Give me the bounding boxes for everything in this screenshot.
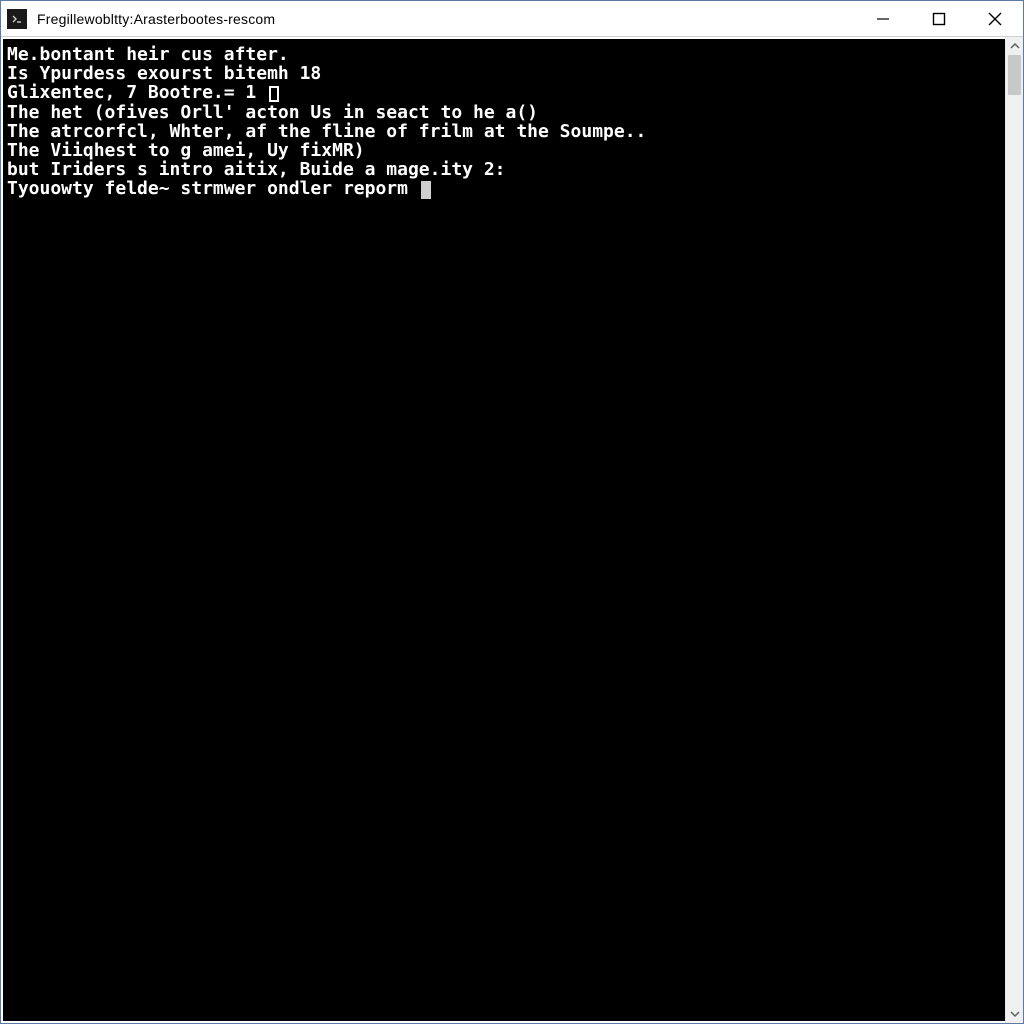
titlebar[interactable]: Fregillewobltty:Arasterbootes-rescom	[1, 1, 1023, 37]
terminal-line: but Iriders s intro aitix, Buide a mage.…	[7, 160, 1001, 179]
scrollbar-track[interactable]	[1006, 55, 1023, 1005]
vertical-scrollbar[interactable]	[1005, 37, 1023, 1023]
terminal-line: Tyouowty felde~ strmwer ondler reporm	[7, 179, 1001, 199]
terminal-line: The Viiqhest to g amei, Uy fixMR)	[7, 141, 1001, 160]
maximize-button[interactable]	[911, 1, 967, 37]
terminal-line: Me.bontant heir cus after.	[7, 45, 1001, 64]
window-title: Fregillewobltty:Arasterbootes-rescom	[37, 11, 275, 27]
terminal-line: Glixentec, 7 Bootre.= 1	[7, 83, 1001, 103]
box-glyph-icon	[269, 86, 279, 102]
terminal-line: Is Ypurdess exourst bitemh 18	[7, 64, 1001, 83]
close-button[interactable]	[967, 1, 1023, 37]
terminal-cursor	[421, 181, 431, 199]
app-window: Fregillewobltty:Arasterbootes-rescom Me.…	[0, 0, 1024, 1024]
client-area: Me.bontant heir cus after.Is Ypurdess ex…	[1, 37, 1023, 1023]
terminal-icon	[7, 9, 27, 29]
terminal-output[interactable]: Me.bontant heir cus after.Is Ypurdess ex…	[3, 39, 1005, 1021]
terminal-line: The atrcorfcl, Whter, af the fline of fr…	[7, 122, 1001, 141]
scroll-down-button[interactable]	[1006, 1005, 1023, 1023]
scrollbar-thumb[interactable]	[1008, 55, 1021, 95]
minimize-button[interactable]	[855, 1, 911, 37]
scroll-up-button[interactable]	[1006, 37, 1023, 55]
terminal-line: The het (ofives Orll' acton Us in seact …	[7, 103, 1001, 122]
